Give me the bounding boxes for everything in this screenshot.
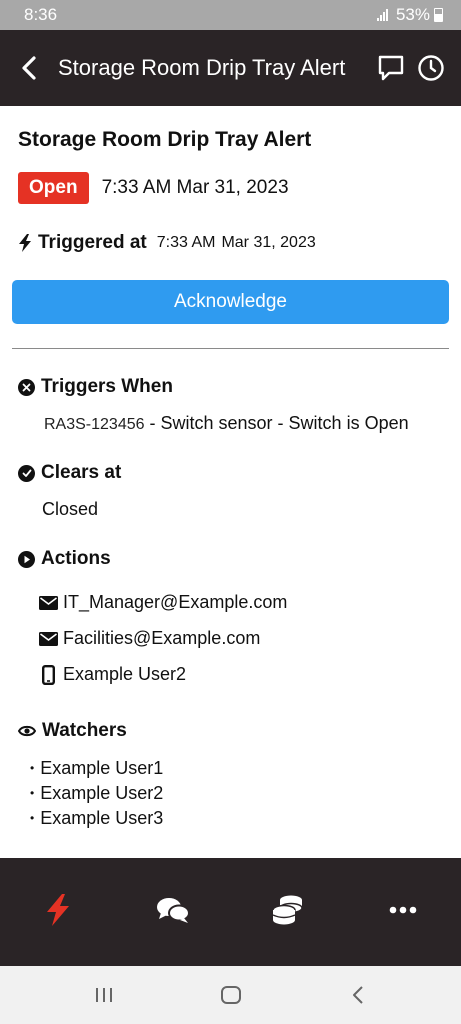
ellipsis-icon [390,906,417,914]
recent-apps-icon [95,988,112,1002]
sensor-id: RA3S-123456 [44,416,145,433]
clears-at-header: Clears at [18,462,121,484]
list-item: • Example User2 [30,783,164,803]
triggered-row: Triggered at 7:33 AM Mar 31, 2023 [18,232,316,254]
list-item: • Example User1 [30,758,164,778]
clears-at-value: Closed [42,499,99,519]
action-recipient: Example User2 [63,664,187,684]
system-back-button[interactable] [338,975,378,1015]
watchers-header: Watchers [18,720,127,742]
coins-icon [272,895,303,925]
clears-at-label: Clears at [41,462,122,483]
action-recipient: IT_Manager@Example.com [63,592,288,612]
triggers-when-header: Triggers When [18,376,173,398]
status-timestamp: 7:33 AM Mar 31, 2023 [101,177,289,198]
header-title: Storage Room Drip Tray Alert [58,55,346,80]
nav-messages[interactable] [143,892,203,928]
back-button[interactable] [0,30,58,106]
triggered-date: Mar 31, 2023 [221,234,316,251]
actions-label: Actions [41,548,111,569]
nav-more[interactable] [373,892,433,928]
battery-percent: 53% [395,5,430,24]
home-icon [220,986,241,1004]
chevron-left-icon [352,986,363,1004]
clock-icon [418,55,444,81]
lightning-icon [46,894,69,926]
alert-detail-screen: 8:36 53% Storage Room Drip Tray Alert St… [0,0,461,1024]
lightning-icon [19,234,31,252]
nav-credits[interactable] [258,892,318,928]
envelope-icon [38,595,58,610]
triggered-label: Triggered at [38,232,147,253]
watchers-list: • Example User1 • Example User2 • Example U… [30,756,163,831]
app-header: Storage Room Drip Tray Alert [0,30,461,106]
bottom-nav [0,858,461,966]
divider [12,348,449,349]
home-button[interactable] [211,975,251,1015]
acknowledge-button[interactable]: Acknowledge [12,280,449,324]
phone-icon [38,664,58,685]
eye-icon [18,725,36,737]
x-circle-icon [18,378,35,396]
status-badge: Open [18,172,89,204]
action-recipient: Facilities@Example.com [63,628,261,648]
status-row: Open 7:33 AM Mar 31, 2023 [18,172,289,204]
action-item: Example User2 [38,664,186,685]
chat-bubbles-icon [156,898,190,923]
chevron-left-icon [22,56,36,80]
action-item: IT_Manager@Example.com [38,592,287,613]
actions-header: Actions [18,548,111,570]
triggered-time: 7:33 AM [156,234,216,251]
action-item: Facilities@Example.com [38,628,260,649]
status-indicators: 53% [376,5,443,25]
recent-apps-button[interactable] [84,975,124,1015]
alert-title: Storage Room Drip Tray Alert [18,128,312,151]
list-item: • Example User3 [30,808,164,828]
signal-icon [376,9,388,21]
system-nav-bar [0,966,461,1024]
trigger-description: - Switch sensor - Switch is Open [144,413,409,433]
nav-alerts[interactable] [28,892,88,928]
envelope-icon [38,631,58,646]
trigger-condition: RA3S-123456 - Switch sensor - Switch is … [44,413,409,434]
triggers-when-label: Triggers When [41,376,173,397]
status-time: 8:36 [24,5,58,24]
battery-icon [434,8,443,22]
comment-button[interactable] [371,30,411,106]
history-button[interactable] [411,30,451,106]
check-circle-icon [18,464,35,482]
status-bar: 8:36 53% [0,0,461,30]
watchers-label: Watchers [42,720,127,741]
play-circle-icon [18,550,35,568]
comment-icon [378,55,404,81]
